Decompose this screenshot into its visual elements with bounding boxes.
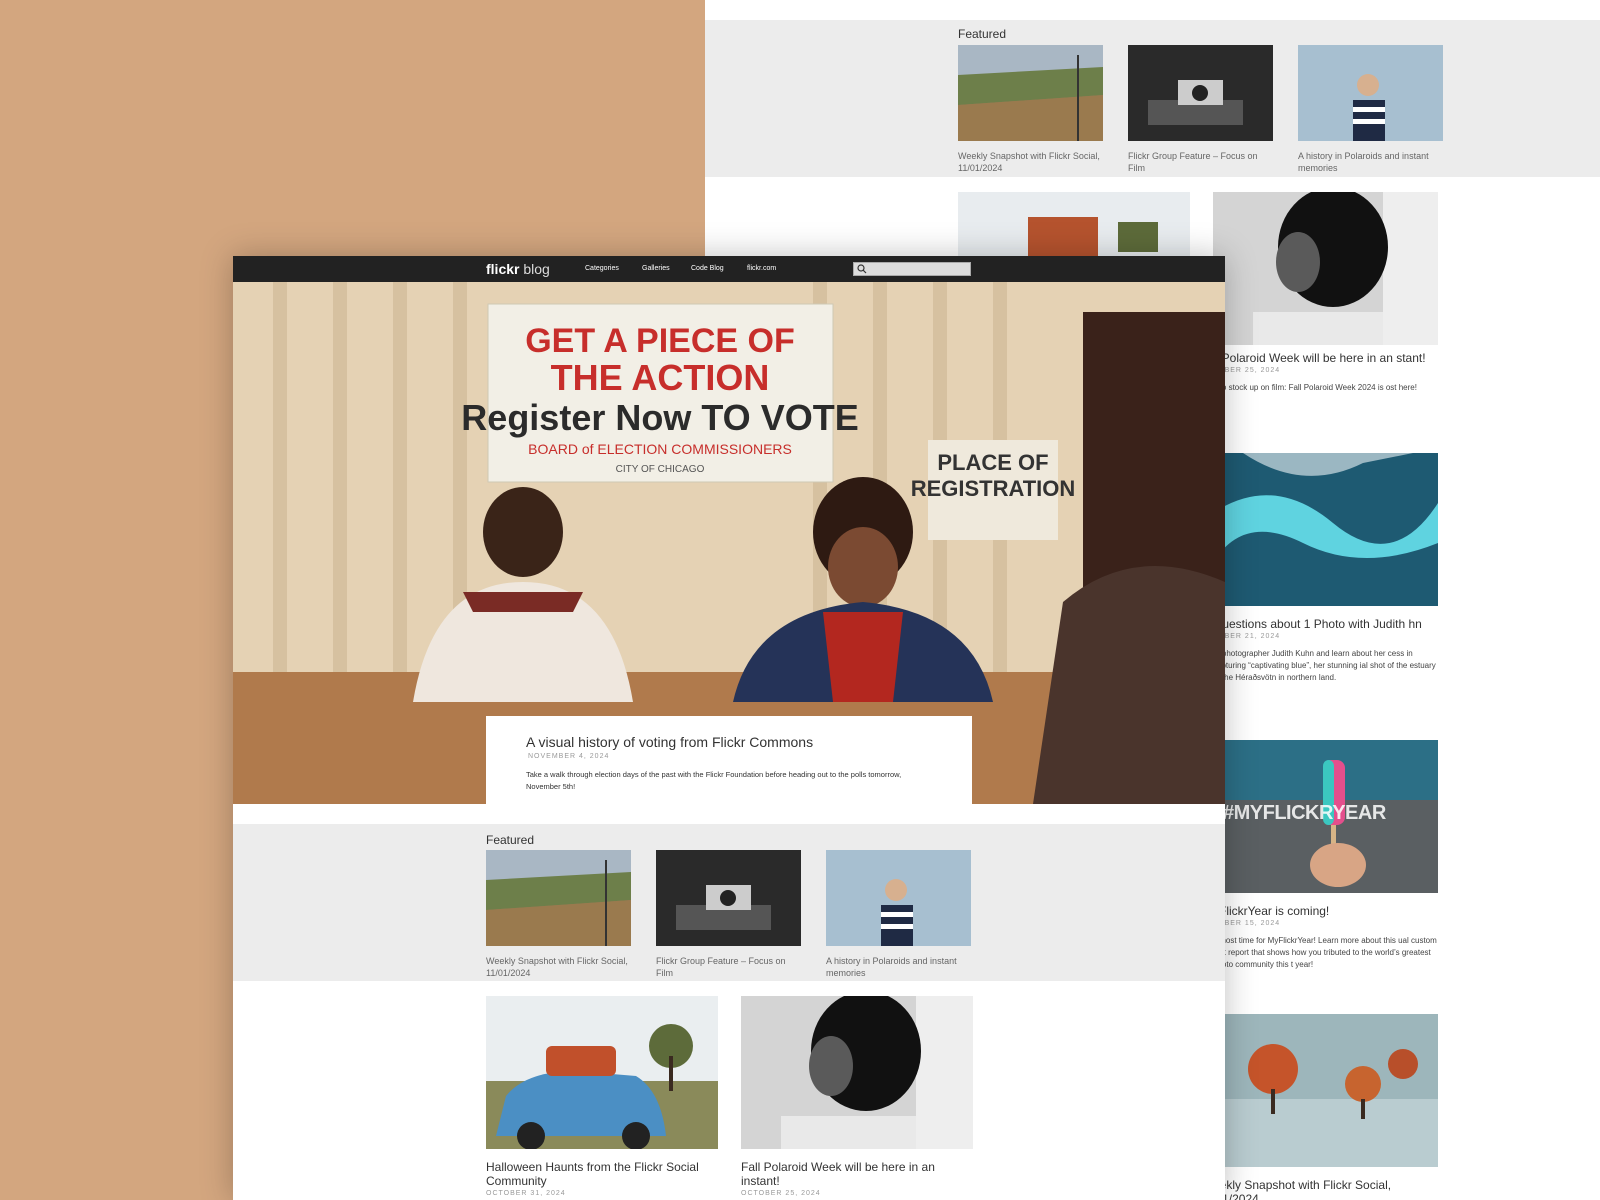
foreground-screenshot: flickr blog Categories Galleries Code Bl… [233, 256, 1225, 1200]
post-card[interactable]: ll Polaroid Week will be here in an stan… [1213, 345, 1438, 394]
featured-caption: Flickr Group Feature – Focus on Film [1128, 151, 1258, 173]
post-thumbnail [1213, 1014, 1438, 1167]
featured-thumbnail [826, 850, 971, 946]
nav-flickr-com[interactable]: flickr.com [747, 265, 776, 272]
sign-line: REGISTRATION [911, 476, 1076, 501]
search-icon [857, 264, 867, 274]
banner-line: Register Now TO VOTE [461, 397, 858, 438]
hero-post-title[interactable]: A visual history of voting from Flickr C… [526, 734, 813, 750]
featured-thumbnail [1298, 45, 1443, 141]
featured-label: Featured [958, 27, 1007, 41]
post-excerpt: et photographer Judith Kuhn and learn ab… [1213, 649, 1436, 682]
post-card[interactable]: Fall Polaroid Week will be here in an in… [741, 991, 973, 1197]
featured-thumbnail [958, 45, 1103, 141]
hero-post-card[interactable]: A visual history of voting from Flickr C… [486, 716, 972, 806]
banner-line: GET A PIECE OF [525, 322, 795, 360]
post-excerpt: almost time for MyFlickrYear! Learn more… [1213, 936, 1437, 969]
post-title[interactable]: ll Polaroid Week will be here in an stan… [1213, 351, 1438, 365]
post-excerpt: e to stock up on film: Fall Polaroid Wee… [1213, 383, 1417, 392]
post-card[interactable]: eekly Snapshot with Flickr Social, /11/2… [1213, 1014, 1438, 1200]
banner-line: THE ACTION [551, 357, 770, 398]
post-title[interactable]: eekly Snapshot with Flickr Social, /11/2… [1213, 1178, 1438, 1200]
featured-caption: Flickr Group Feature – Focus on Film [656, 956, 786, 978]
banner-line: CITY OF CHICAGO [616, 464, 705, 475]
post-date: TOBER 25, 2024 [1213, 367, 1281, 374]
hero-post-date: NOVEMBER 4, 2024 [528, 753, 610, 760]
featured-label: Featured [486, 833, 535, 847]
hero-post-excerpt: Take a walk through election days of the… [526, 770, 902, 791]
post-date: TOBER 21, 2024 [1213, 633, 1281, 640]
post-title[interactable]: Fall Polaroid Week will be here in an in… [741, 1160, 973, 1188]
search-input[interactable] [853, 262, 971, 276]
featured-thumbnail [486, 850, 631, 946]
post-title[interactable]: Questions about 1 Photo with Judith hn [1213, 617, 1438, 631]
featured-item[interactable]: A history in Polaroids and instant memor… [826, 850, 971, 979]
featured-caption: A history in Polaroids and instant memor… [826, 956, 957, 978]
featured-caption: A history in Polaroids and instant memor… [1298, 151, 1429, 173]
banner-line: BOARD of ELECTION COMMISSIONERS [528, 441, 792, 457]
post-title[interactable]: Halloween Haunts from the Flickr Social … [486, 1160, 718, 1188]
post-date: OCTOBER 25, 2024 [741, 1190, 821, 1197]
post-thumbnail [741, 991, 973, 1149]
post-thumbnail [1213, 192, 1438, 345]
post-title[interactable]: yFlickrYear is coming! [1213, 904, 1438, 918]
featured-item[interactable]: Flickr Group Feature – Focus on Film [656, 850, 801, 979]
sign-line: PLACE OF [937, 450, 1048, 475]
post-thumbnail [958, 192, 1190, 262]
nav-code-blog[interactable]: Code Blog [691, 265, 724, 272]
featured-thumbnail [656, 850, 801, 946]
post-date: TOBER 15, 2024 [1213, 920, 1281, 927]
post-thumbnail [1213, 453, 1438, 606]
featured-item[interactable]: Weekly Snapshot with Flickr Social, 11/0… [958, 45, 1103, 174]
post-thumbnail [486, 996, 718, 1150]
post-image-overlay-text: #MYFLICKRYEAR [1223, 802, 1386, 824]
featured-item[interactable]: Flickr Group Feature – Focus on Film [1128, 45, 1273, 174]
post-card[interactable]: Halloween Haunts from the Flickr Social … [486, 996, 718, 1197]
featured-item[interactable]: A history in Polaroids and instant memor… [1298, 45, 1443, 174]
nav-galleries[interactable]: Galleries [642, 265, 670, 272]
post-date: OCTOBER 31, 2024 [486, 1190, 566, 1197]
post-card[interactable]: #MYFLICKRYEAR yFlickrYear is coming! TOB… [1213, 740, 1438, 971]
post-card[interactable]: Questions about 1 Photo with Judith hn T… [1213, 453, 1438, 684]
nav-categories[interactable]: Categories [585, 265, 619, 272]
flickr-blog-logo[interactable]: flickr blog [486, 261, 550, 277]
featured-item[interactable]: Weekly Snapshot with Flickr Social, 11/0… [486, 850, 631, 979]
top-nav: flickr blog Categories Galleries Code Bl… [233, 256, 1225, 282]
featured-thumbnail [1128, 45, 1273, 141]
featured-caption: Weekly Snapshot with Flickr Social, 11/0… [958, 151, 1100, 173]
featured-caption: Weekly Snapshot with Flickr Social, 11/0… [486, 956, 628, 978]
